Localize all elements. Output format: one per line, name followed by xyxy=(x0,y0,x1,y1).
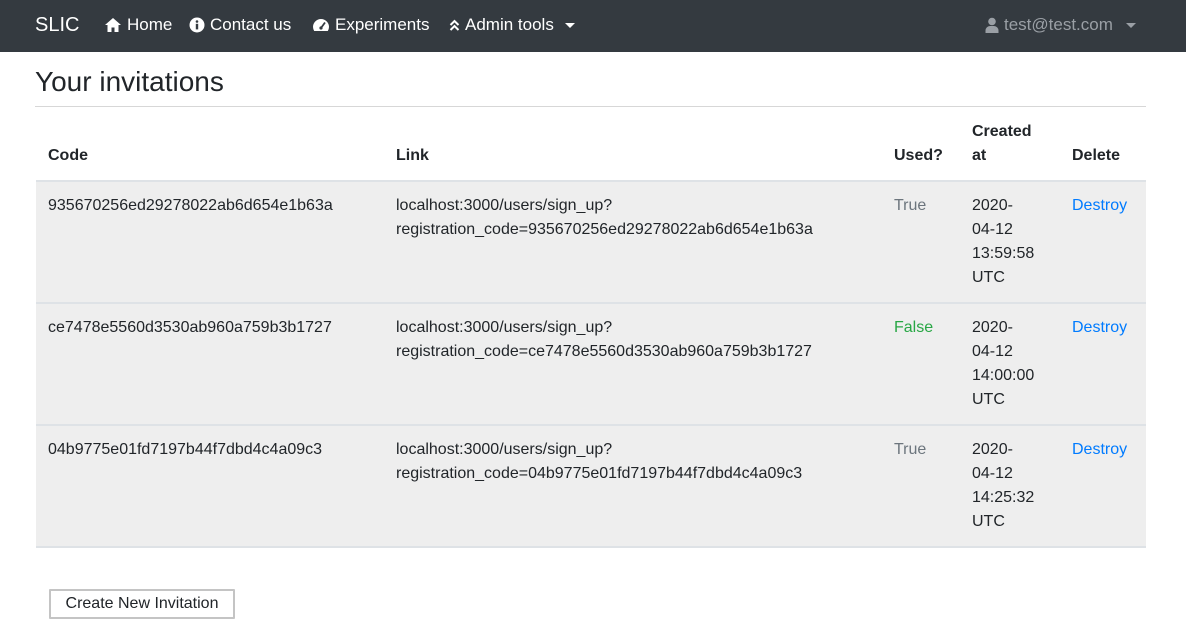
brand-logo-text[interactable]: SLIC xyxy=(35,13,79,37)
cell-code: ce7478e5560d3530ab960a759b3b1727 xyxy=(36,303,384,426)
invitations-table: Code Link Used? Created at Delete 9356702… xyxy=(36,108,1146,548)
nav-home-link[interactable]: Home xyxy=(104,14,172,36)
cell-created-line1: 2020- xyxy=(972,441,1013,458)
create-new-invitation-button[interactable]: Create New Invitation xyxy=(49,589,235,619)
cell-code: 935670256ed29278022ab6d654e1b63a xyxy=(36,181,384,304)
cell-created-at: 2020- 04-12 14:25:32 UTC xyxy=(960,425,1060,548)
cell-link-line1: localhost:3000/users/sign_up? xyxy=(396,319,613,336)
destroy-link[interactable]: Destroy xyxy=(1072,441,1127,458)
home-icon xyxy=(104,17,122,33)
nav-user-dropdown[interactable]: test@test.com xyxy=(985,14,1136,36)
cell-link-line2: registration_code=ce7478e5560d3530ab960a… xyxy=(396,343,812,360)
nav-home-label: Home xyxy=(127,15,173,34)
cell-created-line2: 04-12 xyxy=(972,465,1013,482)
cell-created-line4: UTC xyxy=(972,269,1005,286)
caret-down-icon xyxy=(1125,22,1136,28)
cell-created-at: 2020- 04-12 13:59:58 UTC xyxy=(960,181,1060,304)
cell-link-line1: localhost:3000/users/sign_up? xyxy=(396,197,613,214)
cell-delete: Destroy xyxy=(1060,425,1146,548)
cell-created-line1: 2020- xyxy=(972,319,1013,336)
table-row: ce7478e5560d3530ab960a759b3b1727 localho… xyxy=(36,303,1146,426)
user-icon xyxy=(985,17,999,33)
cell-created-line3: 14:25:32 xyxy=(972,489,1035,506)
cell-used: True xyxy=(882,181,960,304)
cell-created-at: 2020- 04-12 14:00:00 UTC xyxy=(960,303,1060,426)
cell-delete: Destroy xyxy=(1060,303,1146,426)
cell-link: localhost:3000/users/sign_up? registratio… xyxy=(384,303,882,426)
cell-created-line4: UTC xyxy=(972,513,1005,530)
tachometer-icon xyxy=(312,17,330,33)
table-row: 04b9775e01fd7197b44f7dbd4c4a09c3 localho… xyxy=(36,425,1146,548)
nav-user-email: test@test.com xyxy=(1004,15,1113,34)
cell-created-line2: 04-12 xyxy=(972,343,1013,360)
nav-contact-label: Contact us xyxy=(210,15,292,34)
cell-created-line3: 14:00:00 xyxy=(972,367,1035,384)
table-row: 935670256ed29278022ab6d654e1b63a localho… xyxy=(36,181,1146,304)
cell-link: localhost:3000/users/sign_up? registratio… xyxy=(384,425,882,548)
cell-link: localhost:3000/users/sign_up? registratio… xyxy=(384,181,882,304)
nav-experiments-label: Experiments xyxy=(335,15,430,34)
top-navbar: SLIC Home Contact us Experiments Admin t… xyxy=(0,0,1186,52)
cell-link-line2: registration_code=935670256ed29278022ab6… xyxy=(396,221,813,238)
destroy-link[interactable]: Destroy xyxy=(1072,197,1127,214)
nav-admin-tools-dropdown[interactable]: Admin tools xyxy=(449,14,575,36)
title-divider xyxy=(35,106,1146,107)
page-title: Your invitations xyxy=(35,66,224,97)
info-circle-icon xyxy=(189,17,205,33)
cell-created-line2: 04-12 xyxy=(972,221,1013,238)
header-created-at: Created at xyxy=(960,108,1060,182)
cell-used: False xyxy=(882,303,960,426)
cell-created-line1: 2020- xyxy=(972,197,1013,214)
header-delete: Delete xyxy=(1060,108,1146,182)
cell-created-line4: UTC xyxy=(972,391,1005,408)
table-header-row: Code Link Used? Created at Delete xyxy=(36,108,1146,182)
header-used: Used? xyxy=(882,108,960,182)
double-chevron-up-icon xyxy=(449,18,460,32)
cell-link-line2: registration_code=04b9775e01fd7197b44f7d… xyxy=(396,465,803,482)
header-created-line2: at xyxy=(972,147,987,164)
header-created-line1: Created xyxy=(972,123,1032,140)
header-code: Code xyxy=(36,108,384,182)
cell-code: 04b9775e01fd7197b44f7dbd4c4a09c3 xyxy=(36,425,384,548)
header-link: Link xyxy=(384,108,882,182)
cell-created-line3: 13:59:58 xyxy=(972,245,1035,262)
destroy-link[interactable]: Destroy xyxy=(1072,319,1127,336)
nav-contact-link[interactable]: Contact us xyxy=(189,14,291,36)
cell-link-line1: localhost:3000/users/sign_up? xyxy=(396,441,613,458)
caret-down-icon xyxy=(564,22,575,28)
nav-experiments-link[interactable]: Experiments xyxy=(312,14,429,36)
cell-delete: Destroy xyxy=(1060,181,1146,304)
cell-used: True xyxy=(882,425,960,548)
nav-admin-tools-label: Admin tools xyxy=(465,15,554,34)
